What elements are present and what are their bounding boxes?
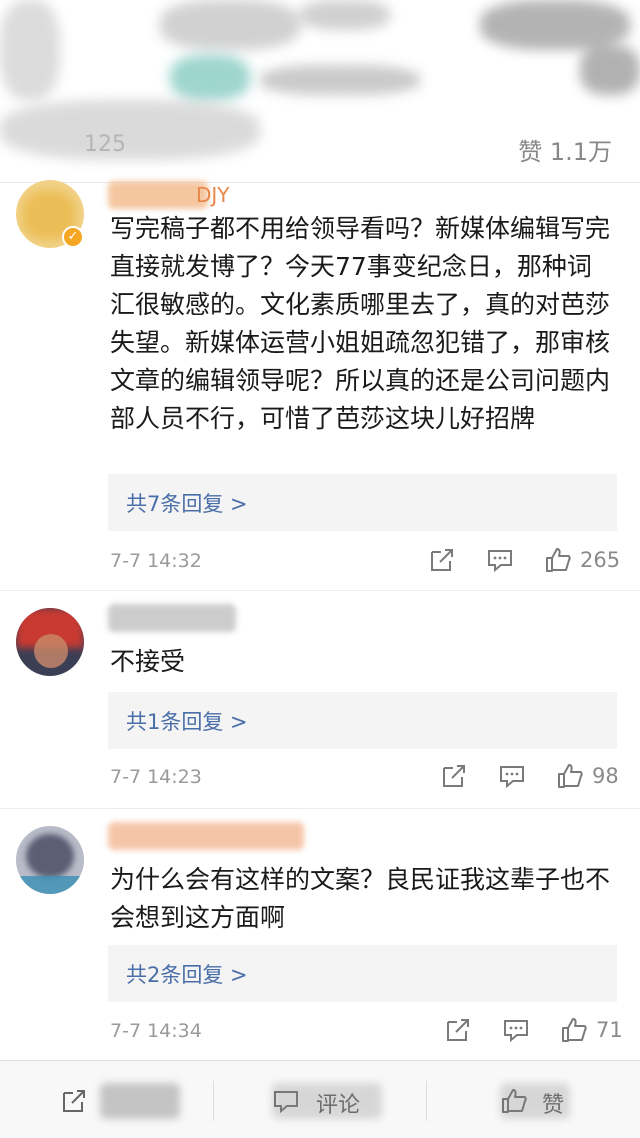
like-button[interactable]: 赞 xyxy=(500,1083,580,1119)
blur-patch xyxy=(100,1083,180,1119)
comment-text: 为什么会有这样的文案？良民证我这辈子也不会想到这方面啊 xyxy=(110,865,611,932)
comment-icon[interactable] xyxy=(498,762,526,790)
thumbs-up-icon[interactable] xyxy=(544,546,572,574)
thumbs-up-icon[interactable] xyxy=(556,762,584,790)
comment-item: 为什么会有这样的文案？良民证我这辈子也不会想到这方面啊 共2条回复 > 7-7 … xyxy=(0,808,640,1060)
share-button[interactable] xyxy=(60,1083,180,1119)
comment-time: 7-7 14:23 xyxy=(110,766,202,788)
comment-username[interactable]: DJY xyxy=(108,181,258,209)
share-icon[interactable] xyxy=(444,1016,472,1044)
blur-smudge xyxy=(480,0,630,50)
blur-smudge xyxy=(260,65,420,95)
blur-smudge xyxy=(160,0,300,50)
share-icon[interactable] xyxy=(440,762,468,790)
like-count: 265 xyxy=(580,548,621,572)
comment-text: 写完稿子都不用给领导看吗？新媒体编辑写完直接就发博了？今天77事变纪念日，那种词… xyxy=(110,214,611,433)
comment-item: ✓ DJY 写完稿子都不用给领导看吗？新媒体编辑写完直接就发博了？今天77事变纪… xyxy=(0,176,640,590)
comment-username[interactable] xyxy=(108,822,308,850)
reply-count-link[interactable]: 共1条回复 > xyxy=(126,706,248,736)
header-blurred-area: 125 赞 1.1万 xyxy=(0,0,640,185)
comment-icon[interactable] xyxy=(486,546,514,574)
like-count: 71 xyxy=(596,1018,623,1042)
like-total-label: 赞 xyxy=(518,138,543,166)
comment-username[interactable] xyxy=(108,604,238,632)
divider xyxy=(213,1081,214,1121)
comment-item: 不接受 共1条回复 > 7-7 14:23 98 xyxy=(0,590,640,808)
blur-smudge xyxy=(0,0,60,100)
blur-patch xyxy=(272,1083,382,1119)
like-total-count: 1.1万 xyxy=(549,138,612,166)
verified-badge-icon: ✓ xyxy=(62,226,84,248)
bottom-toolbar: 评论 赞 xyxy=(0,1060,640,1138)
thumbs-up-icon[interactable] xyxy=(560,1016,588,1044)
comment-time: 7-7 14:34 xyxy=(110,1020,202,1042)
share-icon xyxy=(63,1090,85,1112)
comment-text: 不接受 xyxy=(110,647,186,676)
like-total[interactable]: 赞 1.1万 xyxy=(518,132,612,167)
comment-meta: 7-7 14:32 265 xyxy=(110,542,621,582)
comment-meta: 7-7 14:23 98 xyxy=(110,758,619,798)
blur-smudge xyxy=(580,45,640,95)
comment-button[interactable]: 评论 xyxy=(272,1083,382,1119)
blur-patch xyxy=(500,1083,570,1119)
reply-box[interactable]: 共1条回复 > xyxy=(108,692,617,749)
like-count: 98 xyxy=(592,764,619,788)
comment-meta: 7-7 14:34 71 xyxy=(110,1012,623,1052)
avatar[interactable] xyxy=(16,826,84,894)
share-icon[interactable] xyxy=(428,546,456,574)
comment-time: 7-7 14:32 xyxy=(110,550,202,572)
reply-count-link[interactable]: 共7条回复 > xyxy=(126,488,248,518)
stat-count-partial: 125 xyxy=(84,132,126,157)
divider xyxy=(426,1081,427,1121)
avatar[interactable] xyxy=(16,608,84,676)
stats-row: 125 赞 1.1万 xyxy=(0,122,640,172)
comment-icon[interactable] xyxy=(502,1016,530,1044)
reply-box[interactable]: 共2条回复 > xyxy=(108,945,617,1002)
reply-box[interactable]: 共7条回复 > xyxy=(108,474,617,531)
blur-smudge xyxy=(170,55,250,100)
reply-count-link[interactable]: 共2条回复 > xyxy=(126,959,248,989)
blur-smudge xyxy=(300,0,390,30)
